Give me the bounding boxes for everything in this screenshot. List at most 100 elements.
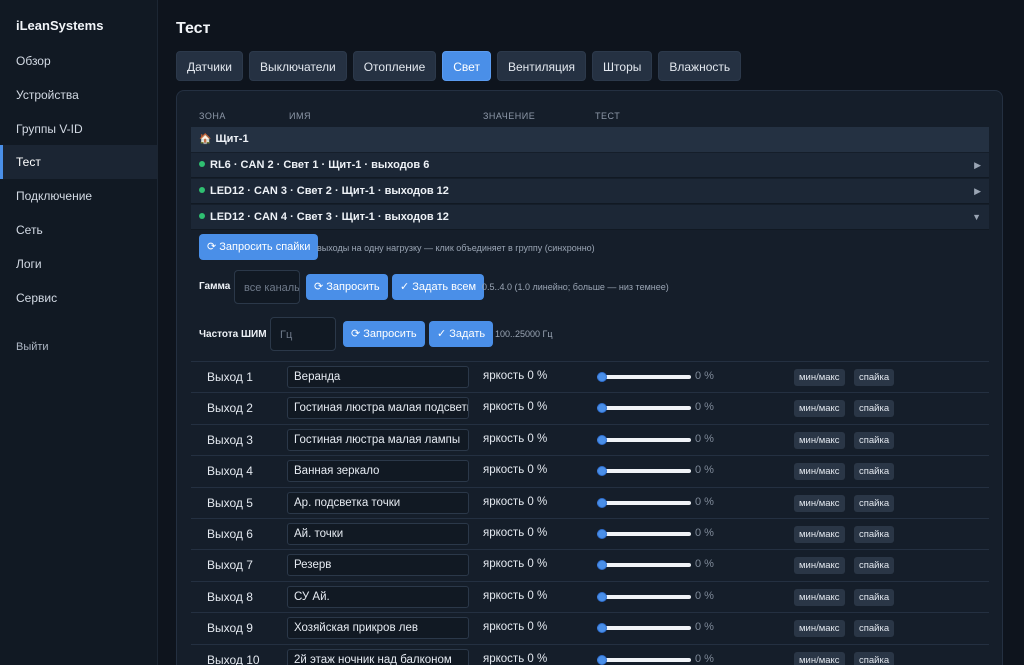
pwm-request-button[interactable]: ⟳ Запросить: [343, 321, 425, 347]
output-name-input[interactable]: Ар. подсветка точки: [287, 491, 469, 514]
tab-curtains[interactable]: Шторы: [592, 51, 653, 81]
spike-button[interactable]: спайка: [854, 620, 895, 638]
brightness-value: яркость 0 %: [483, 432, 548, 445]
minmax-button[interactable]: мин/макс: [794, 369, 845, 386]
slider-thumb[interactable]: [597, 372, 607, 382]
spike-button[interactable]: спайка: [854, 400, 895, 418]
spike-button[interactable]: спайка: [854, 431, 895, 449]
slider-track: [597, 594, 691, 599]
sidebar-item-service[interactable]: Сервис: [0, 281, 157, 315]
spike-button[interactable]: спайка: [854, 463, 895, 481]
gamma-input[interactable]: все каналы: [234, 270, 300, 304]
slider-thumb[interactable]: [597, 497, 607, 508]
logout-link[interactable]: Выйти: [0, 330, 157, 364]
output-name-input[interactable]: Резерв: [287, 554, 469, 577]
output-name-input[interactable]: 2й этаж ночник над балконом: [287, 648, 469, 665]
slider-thumb[interactable]: [597, 434, 607, 445]
device-row[interactable]: LED12 · CAN 4 · Свет 3 · Щит-1 · выходов…: [191, 205, 989, 230]
brightness-slider[interactable]: [597, 560, 691, 571]
gamma-hint: 0.5..4.0 (1.0 линейно; больше — низ темн…: [482, 282, 669, 292]
sidebar-item-vid-groups[interactable]: Группы V-ID: [0, 112, 157, 146]
gamma-set-all-button[interactable]: ✓ Задать всем: [392, 274, 485, 300]
pwm-label: Частота ШИМ: [199, 329, 267, 340]
page-title: Тест: [176, 20, 211, 37]
sidebar-item-overview[interactable]: Обзор: [0, 44, 157, 78]
chevron-right-icon: ▶: [974, 186, 981, 196]
slider-thumb[interactable]: [597, 623, 607, 634]
brightness-slider[interactable]: [597, 654, 691, 665]
output-label: Выход 10: [207, 652, 260, 665]
output-name-input[interactable]: Ванная зеркало: [287, 460, 469, 483]
column-header-test: ТЕСТ: [595, 111, 621, 121]
pwm-hint: 100..25000 Гц: [495, 329, 553, 339]
sidebar-item-devices[interactable]: Устройства: [0, 78, 157, 112]
device-row[interactable]: RL6 · CAN 2 · Свет 1 · Щит-1 · выходов 6…: [191, 153, 989, 178]
sidebar-item-connection[interactable]: Подключение: [0, 179, 157, 213]
minmax-button[interactable]: мин/макс: [794, 620, 845, 638]
tab-ventilation[interactable]: Вентиляция: [496, 51, 587, 81]
spike-button[interactable]: спайка: [854, 526, 895, 543]
slider-track: [597, 469, 691, 474]
output-name-input[interactable]: Веранда: [287, 366, 469, 388]
spike-button[interactable]: спайка: [854, 369, 895, 386]
minmax-button[interactable]: мин/макс: [794, 463, 845, 481]
brightness-value: яркость 0 %: [483, 401, 548, 414]
slider-thumb[interactable]: [597, 403, 607, 414]
online-status-dot: [199, 187, 205, 194]
output-label: Выход 6: [207, 527, 253, 541]
minmax-button[interactable]: мин/макс: [794, 651, 845, 665]
output-name-input[interactable]: СУ Ай.: [287, 585, 469, 608]
minmax-button[interactable]: мин/макс: [794, 494, 845, 512]
brightness-slider[interactable]: [597, 466, 691, 477]
sidebar-item-network[interactable]: Сеть: [0, 213, 157, 247]
chevron-down-icon: ▼: [972, 212, 981, 222]
group-header[interactable]: 🏠 Щит-1: [191, 127, 989, 152]
minmax-button[interactable]: мин/макс: [794, 431, 845, 449]
minmax-button[interactable]: мин/макс: [794, 557, 845, 575]
brightness-slider[interactable]: [597, 591, 691, 602]
slider-thumb[interactable]: [597, 560, 607, 571]
sidebar-item-test[interactable]: Тест: [0, 145, 157, 179]
slider-thumb[interactable]: [597, 466, 607, 477]
spike-button[interactable]: спайка: [854, 651, 895, 665]
gamma-request-button[interactable]: ⟳ Запросить: [306, 274, 388, 300]
sidebar-item-logs[interactable]: Логи: [0, 247, 157, 281]
slider-thumb[interactable]: [597, 529, 607, 539]
output-name-input[interactable]: Гостиная люстра малая лампы: [287, 428, 469, 451]
slider-track: [597, 626, 691, 631]
request-spikes-button[interactable]: ⟳ Запросить спайки: [199, 234, 319, 260]
device-row[interactable]: LED12 · CAN 3 · Свет 2 · Щит-1 · выходов…: [191, 179, 989, 204]
spike-button[interactable]: спайка: [854, 588, 895, 606]
output-name-input[interactable]: Ай. точки: [287, 523, 469, 545]
brightness-slider[interactable]: [597, 434, 691, 445]
brightness-slider[interactable]: [597, 497, 691, 508]
brightness-slider[interactable]: [597, 623, 691, 634]
output-row: Выход 6 Ай. точки яркость 0 % 0 % мин/макс сп…: [191, 518, 989, 549]
minmax-button[interactable]: мин/макс: [794, 526, 845, 543]
brightness-value: яркость 0 %: [483, 527, 548, 539]
tab-switches[interactable]: Выключатели: [248, 51, 347, 81]
brightness-slider[interactable]: [597, 372, 691, 382]
spike-button[interactable]: спайка: [854, 557, 895, 575]
brightness-slider[interactable]: [597, 529, 691, 539]
output-name-input[interactable]: Хозяйская прикров лев: [287, 617, 469, 640]
pwm-frequency-input[interactable]: Гц: [270, 317, 336, 351]
scrollbar[interactable]: [1020, 0, 1024, 665]
pwm-set-button[interactable]: ✓ Задать: [429, 321, 494, 347]
brightness-slider[interactable]: [597, 403, 691, 414]
tab-humidity[interactable]: Влажность: [658, 51, 742, 81]
spike-button[interactable]: спайка: [854, 494, 895, 512]
tab-heating[interactable]: Отопление: [352, 51, 437, 81]
spikes-hint: выходы на одну нагрузку — клик объединяе…: [317, 243, 595, 253]
tab-sensors[interactable]: Датчики: [176, 51, 243, 81]
slider-thumb[interactable]: [597, 591, 607, 602]
minmax-button[interactable]: мин/макс: [794, 588, 845, 606]
tab-light[interactable]: Свет: [442, 51, 491, 81]
slider-thumb[interactable]: [597, 654, 607, 665]
minmax-button[interactable]: мин/макс: [794, 400, 845, 418]
device-label: RL6 · CAN 2 · Свет 1 · Щит-1 · выходов 6: [210, 159, 430, 171]
output-row: Выход 8 СУ Ай. яркость 0 % 0 % мин/макс спайк…: [191, 580, 989, 612]
slider-track: [597, 437, 691, 442]
brightness-percent: 0 %: [695, 464, 714, 477]
output-name-input[interactable]: Гостиная люстра малая подсветка: [287, 397, 469, 420]
